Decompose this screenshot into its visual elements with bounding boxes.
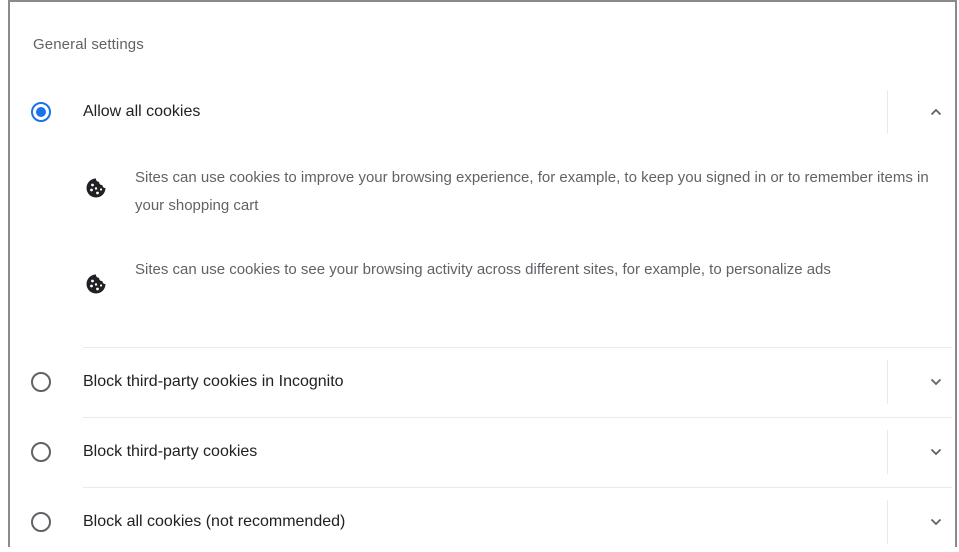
detail-text: Sites can use cookies to see your browsi… <box>135 261 831 278</box>
radio-block-all-cookies[interactable] <box>31 512 51 532</box>
vertical-divider <box>887 360 888 404</box>
chevron-down-icon <box>930 378 942 386</box>
divider <box>83 417 952 418</box>
option-allow-all-cookies[interactable]: Allow all cookies <box>0 82 959 142</box>
radio-block-third-party[interactable] <box>31 442 51 462</box>
radio-allow-all-cookies[interactable] <box>31 102 51 122</box>
collapse-button[interactable] <box>916 92 956 132</box>
chevron-up-icon <box>930 108 942 116</box>
divider <box>83 347 952 348</box>
detail-text: Sites can use cookies to improve your br… <box>135 169 929 214</box>
option-label: Block all cookies (not recommended) <box>83 513 346 530</box>
expand-button[interactable] <box>916 362 956 402</box>
expand-button[interactable] <box>916 432 956 472</box>
cookie-icon <box>86 178 106 198</box>
divider <box>83 487 952 488</box>
expand-button[interactable] <box>916 502 956 542</box>
option-block-third-party-incognito[interactable]: Block third-party cookies in Incognito <box>0 352 959 412</box>
section-title: General settings <box>33 36 144 53</box>
option-label: Block third-party cookies <box>83 443 258 460</box>
option-block-all-cookies[interactable]: Block all cookies (not recommended) <box>0 492 959 552</box>
vertical-divider <box>887 90 888 134</box>
chevron-down-icon <box>930 518 942 526</box>
cookie-icon <box>86 274 106 294</box>
vertical-divider <box>887 500 888 544</box>
option-label: Allow all cookies <box>83 103 201 120</box>
vertical-divider <box>887 430 888 474</box>
radio-block-third-party-incognito[interactable] <box>31 372 51 392</box>
option-label: Block third-party cookies in Incognito <box>83 373 344 390</box>
option-block-third-party[interactable]: Block third-party cookies <box>0 422 959 482</box>
chevron-down-icon <box>930 448 942 456</box>
